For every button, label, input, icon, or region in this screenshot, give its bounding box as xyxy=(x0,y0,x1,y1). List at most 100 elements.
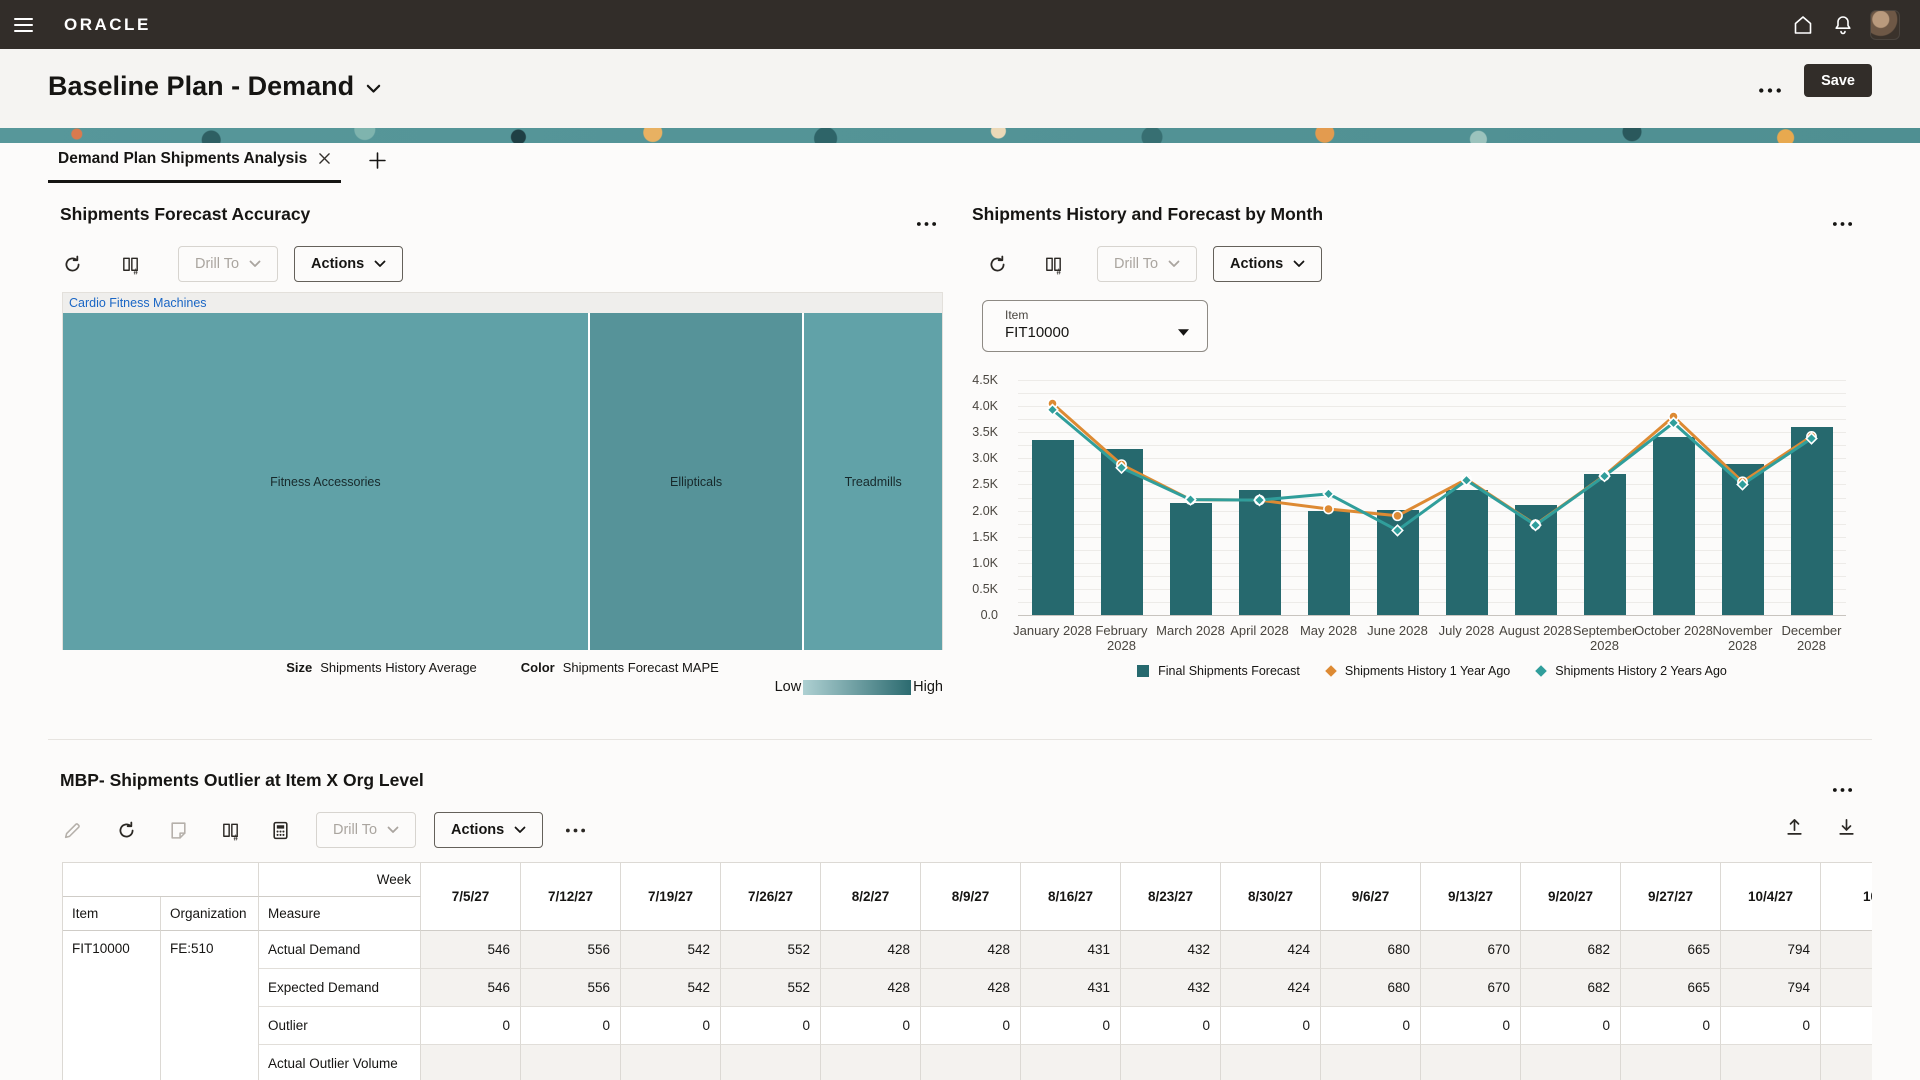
toolbar-overflow-icon[interactable] xyxy=(563,818,587,842)
treemap-cell[interactable]: Treadmills xyxy=(804,313,942,650)
actions-button[interactable]: Actions xyxy=(1213,246,1322,282)
home-icon[interactable] xyxy=(1790,12,1816,38)
legend-item[interactable]: Shipments History 1 Year Ago xyxy=(1326,664,1510,678)
add-tab-icon[interactable] xyxy=(369,152,387,170)
value-cell[interactable] xyxy=(521,1045,621,1080)
drill-to-button[interactable]: Drill To xyxy=(178,246,278,282)
plan-switcher-chevron-icon[interactable] xyxy=(366,81,382,93)
legend-item[interactable]: Final Shipments Forecast xyxy=(1137,664,1300,678)
download-icon[interactable] xyxy=(1834,814,1858,838)
value-cell[interactable] xyxy=(1821,931,1872,969)
x-tick-label: June 2028 xyxy=(1358,623,1438,638)
value-cell[interactable]: 0 xyxy=(1621,1007,1721,1045)
value-cell[interactable]: 0 xyxy=(621,1007,721,1045)
value-cell[interactable]: 431 xyxy=(1021,931,1121,969)
value-cell[interactable] xyxy=(1121,1045,1221,1080)
value-cell[interactable]: 552 xyxy=(721,931,821,969)
upload-icon[interactable] xyxy=(1782,814,1806,838)
actions-button[interactable]: Actions xyxy=(294,246,403,282)
forecast-accuracy-overflow-menu-icon[interactable] xyxy=(916,214,942,228)
value-cell[interactable] xyxy=(1021,1045,1121,1080)
value-cell[interactable]: 542 xyxy=(621,969,721,1007)
value-cell[interactable]: 542 xyxy=(621,931,721,969)
calculator-icon[interactable] xyxy=(268,818,292,842)
value-cell[interactable]: 546 xyxy=(421,969,521,1007)
value-cell[interactable]: 665 xyxy=(1621,931,1721,969)
value-cell[interactable] xyxy=(1521,1045,1621,1080)
value-cell[interactable]: 665 xyxy=(1621,969,1721,1007)
value-cell[interactable]: 0 xyxy=(1121,1007,1221,1045)
treemap-cell[interactable]: Fitness Accessories xyxy=(63,313,588,650)
value-cell[interactable]: 0 xyxy=(1521,1007,1621,1045)
value-cell[interactable]: 556 xyxy=(521,969,621,1007)
note-icon[interactable] xyxy=(166,818,190,842)
drill-to-button[interactable]: Drill To xyxy=(1097,246,1197,282)
view-data-icon[interactable]: # xyxy=(1041,252,1065,276)
refresh-icon[interactable] xyxy=(60,252,84,276)
refresh-icon[interactable] xyxy=(985,252,1009,276)
value-cell[interactable]: 682 xyxy=(1521,969,1621,1007)
value-cell[interactable] xyxy=(1721,1045,1821,1080)
header-overflow-menu-icon[interactable] xyxy=(1758,81,1788,97)
legend-item[interactable]: Shipments History 2 Years Ago xyxy=(1536,664,1727,678)
tab-close-icon[interactable] xyxy=(319,153,331,165)
value-cell[interactable]: 794 xyxy=(1721,931,1821,969)
history-forecast-overflow-menu-icon[interactable] xyxy=(1832,214,1858,228)
value-cell[interactable]: 0 xyxy=(1221,1007,1321,1045)
value-cell[interactable]: 0 xyxy=(521,1007,621,1045)
treemap-cell[interactable]: Ellipticals xyxy=(590,313,803,650)
value-cell[interactable] xyxy=(721,1045,821,1080)
save-button[interactable]: Save xyxy=(1804,64,1872,97)
value-cell[interactable]: 0 xyxy=(1321,1007,1421,1045)
value-cell[interactable]: 556 xyxy=(521,931,621,969)
value-cell[interactable]: 0 xyxy=(1421,1007,1521,1045)
edit-pencil-icon[interactable] xyxy=(60,818,84,842)
value-cell[interactable] xyxy=(1321,1045,1421,1080)
value-cell[interactable] xyxy=(1821,1007,1872,1045)
value-cell[interactable]: 552 xyxy=(721,969,821,1007)
value-cell[interactable]: 428 xyxy=(821,969,921,1007)
value-cell[interactable] xyxy=(1621,1045,1721,1080)
value-cell[interactable]: 0 xyxy=(721,1007,821,1045)
value-cell[interactable]: 432 xyxy=(1121,931,1221,969)
actions-button[interactable]: Actions xyxy=(434,812,543,848)
value-cell[interactable]: 432 xyxy=(1121,969,1221,1007)
view-data-icon[interactable]: # xyxy=(218,818,242,842)
value-cell[interactable] xyxy=(821,1045,921,1080)
value-cell[interactable] xyxy=(1821,969,1872,1007)
value-cell[interactable] xyxy=(621,1045,721,1080)
value-cell[interactable]: 424 xyxy=(1221,969,1321,1007)
value-cell[interactable]: 670 xyxy=(1421,969,1521,1007)
value-cell[interactable]: 424 xyxy=(1221,931,1321,969)
user-avatar[interactable] xyxy=(1870,10,1900,40)
view-data-icon[interactable]: # xyxy=(118,252,142,276)
item-filter-dropdown[interactable]: Item FIT10000 xyxy=(982,300,1208,352)
hamburger-menu-icon[interactable] xyxy=(0,0,46,49)
treemap-parent-link[interactable]: Cardio Fitness Machines xyxy=(63,293,942,313)
value-cell[interactable] xyxy=(1821,1045,1872,1080)
drill-to-button[interactable]: Drill To xyxy=(316,812,416,848)
value-cell[interactable]: 0 xyxy=(1021,1007,1121,1045)
value-cell[interactable]: 0 xyxy=(821,1007,921,1045)
tab-demand-plan-shipments-analysis[interactable]: Demand Plan Shipments Analysis xyxy=(48,150,341,183)
value-cell[interactable]: 682 xyxy=(1521,931,1621,969)
outlier-overflow-menu-icon[interactable] xyxy=(1832,780,1858,794)
value-cell[interactable] xyxy=(921,1045,1021,1080)
value-cell[interactable]: 680 xyxy=(1321,931,1421,969)
value-cell[interactable]: 428 xyxy=(921,969,1021,1007)
notifications-bell-icon[interactable] xyxy=(1830,12,1856,38)
value-cell[interactable] xyxy=(1221,1045,1321,1080)
value-cell[interactable]: 0 xyxy=(421,1007,521,1045)
value-cell[interactable]: 431 xyxy=(1021,969,1121,1007)
refresh-icon[interactable] xyxy=(114,818,138,842)
value-cell[interactable]: 546 xyxy=(421,931,521,969)
value-cell[interactable]: 0 xyxy=(921,1007,1021,1045)
value-cell[interactable]: 680 xyxy=(1321,969,1421,1007)
value-cell[interactable]: 0 xyxy=(1721,1007,1821,1045)
value-cell[interactable]: 428 xyxy=(921,931,1021,969)
value-cell[interactable]: 670 xyxy=(1421,931,1521,969)
value-cell[interactable] xyxy=(1421,1045,1521,1080)
value-cell[interactable]: 794 xyxy=(1721,969,1821,1007)
value-cell[interactable] xyxy=(421,1045,521,1080)
value-cell[interactable]: 428 xyxy=(821,931,921,969)
